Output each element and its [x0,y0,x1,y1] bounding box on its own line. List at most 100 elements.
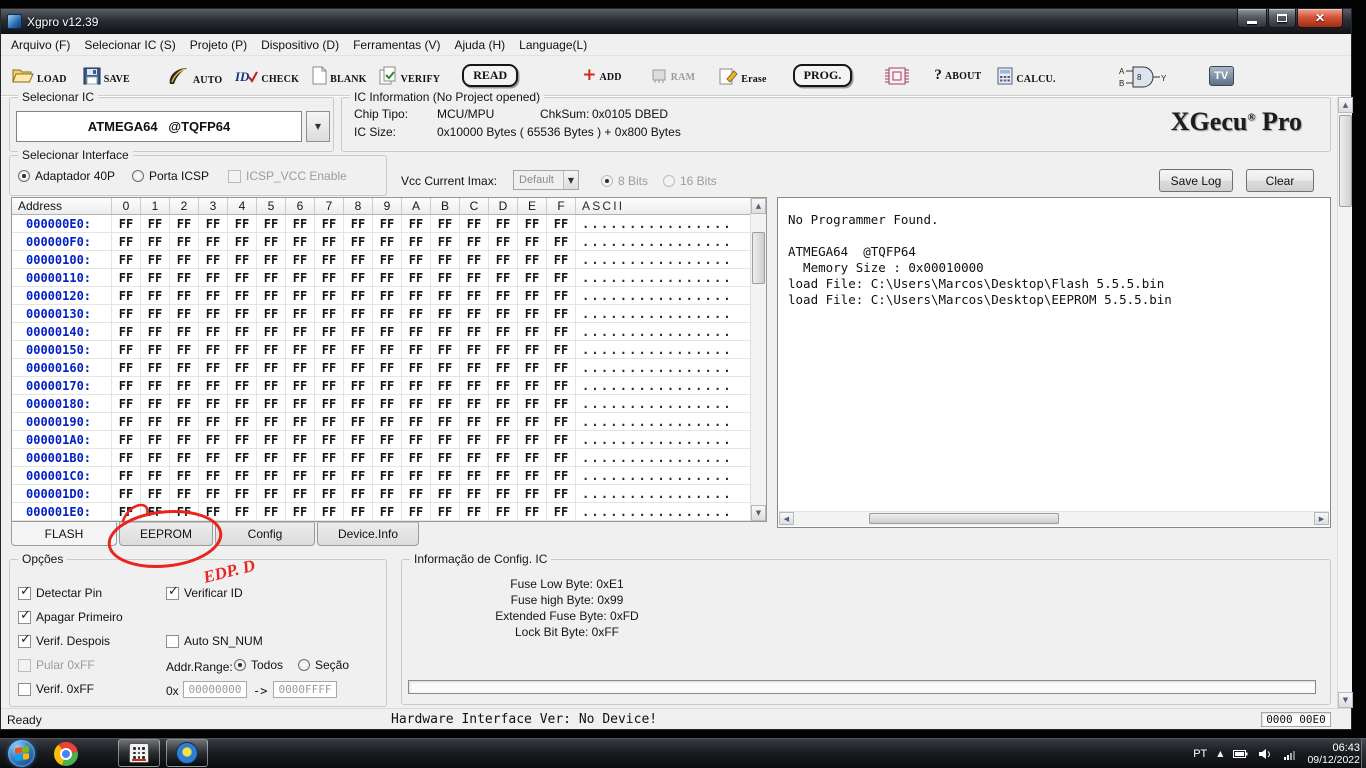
hex-byte[interactable]: FF [112,485,141,503]
hex-byte[interactable]: FF [315,377,344,395]
hex-byte[interactable]: FF [170,467,199,485]
hex-byte[interactable]: FF [402,233,431,251]
start-button[interactable] [8,740,35,767]
hex-byte[interactable]: FF [460,269,489,287]
hex-byte[interactable]: FF [228,233,257,251]
hex-byte[interactable]: FF [344,377,373,395]
hex-byte[interactable]: FF [286,395,315,413]
hex-byte[interactable]: FF [286,467,315,485]
hex-byte[interactable]: FF [373,467,402,485]
hex-byte[interactable]: FF [228,413,257,431]
hex-byte[interactable]: FF [518,503,547,521]
hex-byte[interactable]: FF [402,287,431,305]
hex-byte[interactable]: FF [315,395,344,413]
hex-byte[interactable]: FF [431,359,460,377]
hex-byte[interactable]: FF [373,341,402,359]
hex-byte[interactable]: FF [402,485,431,503]
hex-byte[interactable]: FF [460,287,489,305]
hex-byte[interactable]: FF [286,323,315,341]
hex-byte[interactable]: FF [141,269,170,287]
hex-byte[interactable]: FF [286,215,315,233]
hex-byte[interactable]: FF [257,377,286,395]
scrollbar-thumb[interactable] [869,513,1059,524]
hex-byte[interactable]: FF [286,251,315,269]
hex-byte[interactable]: FF [489,377,518,395]
hex-byte[interactable]: FF [199,449,228,467]
speaker-icon[interactable] [1258,748,1273,760]
hex-byte[interactable]: FF [373,233,402,251]
hex-byte[interactable]: FF [257,449,286,467]
hex-byte[interactable]: FF [228,431,257,449]
hex-byte[interactable]: FF [547,305,576,323]
hex-byte[interactable]: FF [518,251,547,269]
hex-byte[interactable]: FF [315,485,344,503]
hex-byte[interactable]: FF [402,395,431,413]
hex-byte[interactable]: FF [315,305,344,323]
hex-byte[interactable]: FF [460,359,489,377]
hex-byte[interactable]: FF [315,467,344,485]
hex-byte[interactable]: FF [547,485,576,503]
checkbox-detectar-pin[interactable]: Detectar Pin [18,586,102,600]
hex-byte[interactable]: FF [170,269,199,287]
hex-byte[interactable]: FF [286,449,315,467]
hex-byte[interactable]: FF [112,323,141,341]
hex-byte[interactable]: FF [460,467,489,485]
hex-byte[interactable]: FF [518,341,547,359]
hex-byte[interactable]: FF [373,485,402,503]
about-button[interactable]: ? ABOUT [931,67,984,84]
hex-byte[interactable]: FF [286,431,315,449]
menu-item[interactable]: Language(L) [512,35,594,55]
hex-byte[interactable]: FF [199,359,228,377]
hex-byte[interactable]: FF [344,251,373,269]
hex-byte[interactable]: FF [257,305,286,323]
hex-byte[interactable]: FF [344,503,373,521]
hex-byte[interactable]: FF [460,323,489,341]
scroll-down-icon[interactable]: ▼ [1338,692,1353,708]
hex-byte[interactable]: FF [257,395,286,413]
hex-byte[interactable]: FF [315,449,344,467]
hex-byte[interactable]: FF [431,269,460,287]
hex-byte[interactable]: FF [518,359,547,377]
hex-byte[interactable]: FF [460,341,489,359]
hex-byte[interactable]: FF [286,485,315,503]
hex-byte[interactable]: FF [431,431,460,449]
hex-byte[interactable]: FF [286,305,315,323]
hex-byte[interactable]: FF [489,269,518,287]
checkbox-auto-sn-num[interactable]: Auto SN_NUM [166,634,263,648]
hex-byte[interactable]: FF [199,233,228,251]
hex-byte[interactable]: FF [257,215,286,233]
hex-byte[interactable]: FF [489,305,518,323]
hex-byte[interactable]: FF [141,395,170,413]
hex-byte[interactable]: FF [431,395,460,413]
hex-byte[interactable]: FF [141,485,170,503]
hex-byte[interactable]: FF [112,503,141,521]
hex-byte[interactable]: FF [547,431,576,449]
hex-byte[interactable]: FF [257,287,286,305]
hex-byte[interactable]: FF [228,395,257,413]
hex-byte[interactable]: FF [402,467,431,485]
hex-byte[interactable]: FF [489,215,518,233]
hex-byte[interactable]: FF [286,233,315,251]
scrollbar-thumb[interactable] [1339,115,1352,207]
hex-byte[interactable]: FF [373,305,402,323]
hex-byte[interactable]: FF [199,305,228,323]
hex-byte[interactable]: FF [141,467,170,485]
hex-byte[interactable]: FF [170,251,199,269]
hex-byte[interactable]: FF [373,449,402,467]
hex-byte[interactable]: FF [257,269,286,287]
hex-byte[interactable]: FF [460,503,489,521]
hex-byte[interactable]: FF [257,467,286,485]
hex-byte[interactable]: FF [547,215,576,233]
hex-byte[interactable]: FF [373,503,402,521]
hex-byte[interactable]: FF [199,323,228,341]
hex-byte[interactable]: FF [344,323,373,341]
hex-byte[interactable]: FF [170,377,199,395]
hex-byte[interactable]: FF [315,341,344,359]
hex-byte[interactable]: FF [228,269,257,287]
hex-byte[interactable]: FF [170,323,199,341]
hex-byte[interactable]: FF [170,341,199,359]
show-desktop-button[interactable] [1361,738,1366,768]
hex-byte[interactable]: FF [547,503,576,521]
hex-byte[interactable]: FF [547,449,576,467]
hex-byte[interactable]: FF [431,233,460,251]
